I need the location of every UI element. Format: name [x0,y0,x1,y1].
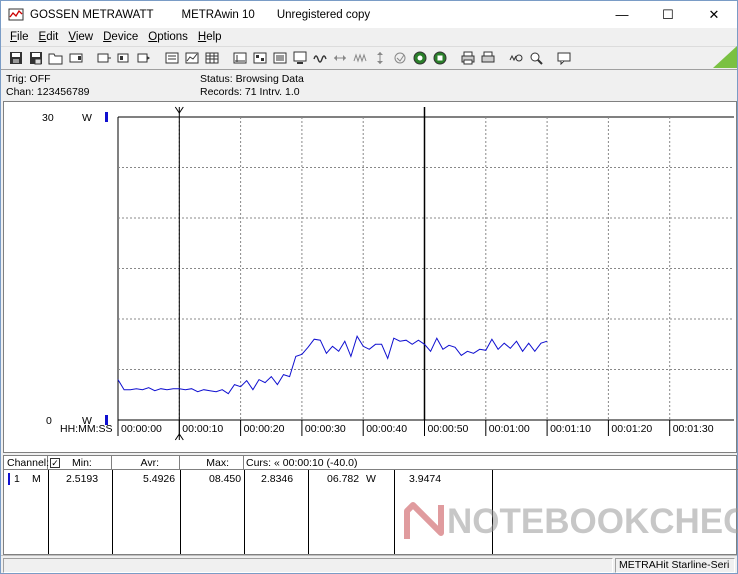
power-series-line [117,334,548,395]
menu-file[interactable]: File [5,31,34,43]
table-icon[interactable] [203,49,221,67]
watermark-text: NOTEBOOKCHECK [447,502,738,541]
open-folder-icon[interactable] [47,49,65,67]
wave-icon[interactable] [351,49,369,67]
device-icon[interactable] [67,49,85,67]
minimize-button[interactable]: — [599,1,645,28]
notebookcheck-watermark: NOTEBOOKCHECK [401,499,738,545]
y-max-label: 30 [42,112,54,124]
status-area: Trig: OFF Chan: 123456789 Status: Browsi… [1,69,737,101]
graph-icon[interactable] [183,49,201,67]
signal-icon[interactable] [311,49,329,67]
transfer-icon[interactable] [135,49,153,67]
records-status: Records: 71 Intrv. 1.0 [200,86,300,98]
y-unit-top: W [82,112,92,124]
print-icon[interactable] [459,49,477,67]
x-tick-label: 00:01:30 [673,423,714,435]
record-stop-icon[interactable] [431,49,449,67]
scale-icon[interactable] [231,49,249,67]
x-tick-label: 00:01:10 [550,423,591,435]
x-tick-label: 00:00:50 [428,423,469,435]
save-as-icon[interactable] [27,49,45,67]
list-icon[interactable] [271,49,289,67]
status-bar: METRAHit Starline-Seri [1,555,737,573]
value-unit: W [366,473,376,485]
statusbar-main [3,558,613,573]
y-min-label: 0 [46,415,52,427]
maximize-button[interactable]: ☐ [645,1,691,28]
channel-min-marker [105,415,108,425]
title-bar: GOSSEN METRAWATT METRAwin 10 Unregistere… [1,1,737,28]
zoom-in-icon[interactable] [527,49,545,67]
app-window: GOSSEN METRAWATT METRAwin 10 Unregistere… [0,0,738,574]
menu-bar: File Edit View Device Options Help [1,28,737,46]
header-cursor: Curs: « 00:00:10 (-40.0) [244,456,738,470]
x-tick-label: 00:00:30 [305,423,346,435]
channel-status: Chan: 123456789 [6,86,90,98]
header-min: ✓ Min: [48,456,112,470]
chart-panel[interactable]: 00:00:00 00:00:10 00:00:20 00:00:30 00:00:40… [3,101,737,453]
header-avr: Avr: [112,456,180,470]
value-max: 08.450 [209,473,242,485]
zoom-y-icon[interactable] [371,49,389,67]
trigger-status: Trig: OFF [6,73,51,85]
x-tick-label: 00:00:00 [121,423,162,435]
connect-icon[interactable] [95,49,113,67]
x-tick-label: 00:01:00 [489,423,530,435]
x-tick-label: 00:00:40 [366,423,407,435]
monitor-icon[interactable] [291,49,309,67]
zoom-x-icon[interactable] [331,49,349,67]
channel-number: 1 [14,473,20,485]
close-button[interactable]: ✕ [691,1,737,28]
power-chart[interactable]: 00:00:00 00:00:10 00:00:20 00:00:30 00:00:40… [4,102,736,452]
menu-options[interactable]: Options [143,31,193,43]
zoom-out-icon[interactable] [507,49,525,67]
menu-view[interactable]: View [63,31,98,43]
x-tick-label: 00:01:20 [611,423,652,435]
record-icon[interactable] [411,49,429,67]
x-tick-label: 00:00:10 [182,423,223,435]
read-memory-icon[interactable] [115,49,133,67]
value-cursor-1: 2.8346 [261,473,294,485]
print-preview-icon[interactable] [479,49,497,67]
channel-mode: M [32,473,41,485]
save-icon[interactable] [7,49,25,67]
toolbar-corner-icon [713,46,737,68]
menu-help[interactable]: Help [193,31,227,43]
toolbar [1,46,737,68]
value-cursor-2: 06.782 [327,473,360,485]
header-max: Max: [180,456,244,470]
window-title-2: METRAwin 10 [181,8,255,21]
window-title-3: Unregistered copy [276,8,371,21]
comment-icon[interactable] [555,49,573,67]
channel-config-icon[interactable] [251,49,269,67]
watermark-logo-icon [404,502,444,539]
time-axis-label: HH:MM:SS [60,423,113,435]
value-cursor-diff: 3.9474 [409,473,442,485]
channel-color-marker [8,473,10,485]
channel-max-marker [105,112,108,122]
display-icon[interactable] [163,49,181,67]
header-channel: Channel: [4,456,49,470]
menu-device[interactable]: Device [98,31,143,43]
browse-status: Status: Browsing Data [200,73,304,85]
marker-icon[interactable] [391,49,409,67]
window-title-1: GOSSEN METRAWATT [30,8,154,21]
x-tick-label: 00:00:20 [244,423,285,435]
value-avr: 5.4926 [143,473,176,485]
channel-checkbox[interactable]: ✓ [50,457,60,468]
menu-edit[interactable]: Edit [34,31,64,43]
statusbar-device: METRAHit Starline-Seri [615,558,735,573]
app-icon[interactable] [8,7,24,23]
value-min: 2.5193 [66,473,99,485]
